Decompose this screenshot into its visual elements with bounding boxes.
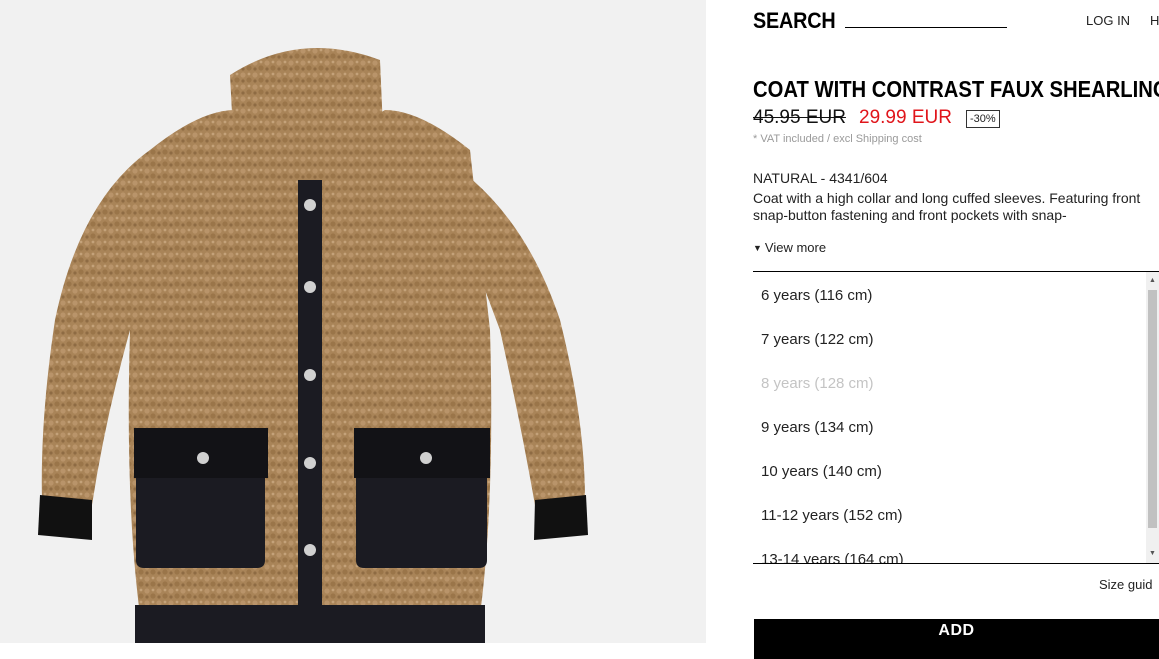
view-more-toggle[interactable]: ▼ View more — [753, 240, 826, 255]
caret-down-icon: ▼ — [753, 243, 762, 253]
color-reference: NATURAL - 4341/604 — [753, 170, 888, 186]
add-to-cart-button[interactable]: ADD — [754, 619, 1159, 659]
size-list[interactable]: 6 years (116 cm) 7 years (122 cm) 8 year… — [753, 271, 1159, 564]
product-description: Coat with a high collar and long cuffed … — [753, 190, 1141, 223]
size-option[interactable]: 10 years (140 cm) — [761, 463, 882, 480]
search-input-underline[interactable] — [845, 27, 1007, 28]
size-list-scrollbar[interactable]: ▲ ▼ — [1146, 272, 1159, 563]
discount-badge: -30% — [966, 110, 1000, 128]
scrollbar-thumb[interactable] — [1148, 290, 1157, 528]
size-option[interactable]: 9 years (134 cm) — [761, 419, 874, 436]
size-option[interactable]: 7 years (122 cm) — [761, 331, 874, 348]
coat-illustration — [38, 48, 588, 643]
product-image[interactable] — [0, 0, 706, 643]
search-label[interactable]: SEARCH — [753, 8, 836, 34]
scroll-down-arrow-icon[interactable]: ▼ — [1146, 547, 1159, 561]
original-price: 45.95 EUR — [753, 107, 846, 128]
login-link[interactable]: LOG IN — [1086, 13, 1130, 28]
vat-note: * VAT included / excl Shipping cost — [753, 133, 922, 145]
size-option-unavailable: 8 years (128 cm) — [761, 375, 874, 392]
help-link[interactable]: H — [1150, 13, 1159, 28]
scroll-up-arrow-icon[interactable]: ▲ — [1146, 274, 1159, 288]
sale-price: 29.99 EUR — [859, 107, 952, 128]
product-title: COAT WITH CONTRAST FAUX SHEARLING — [753, 76, 1159, 102]
view-more-label: View more — [764, 240, 827, 255]
add-button-label: ADD — [938, 622, 975, 639]
size-guide-link[interactable]: Size guid — [1099, 577, 1152, 592]
size-option[interactable]: 6 years (116 cm) — [761, 287, 872, 304]
size-option[interactable]: 11-12 years (152 cm) — [761, 507, 902, 524]
size-option[interactable]: 13-14 years (164 cm) — [761, 551, 904, 563]
